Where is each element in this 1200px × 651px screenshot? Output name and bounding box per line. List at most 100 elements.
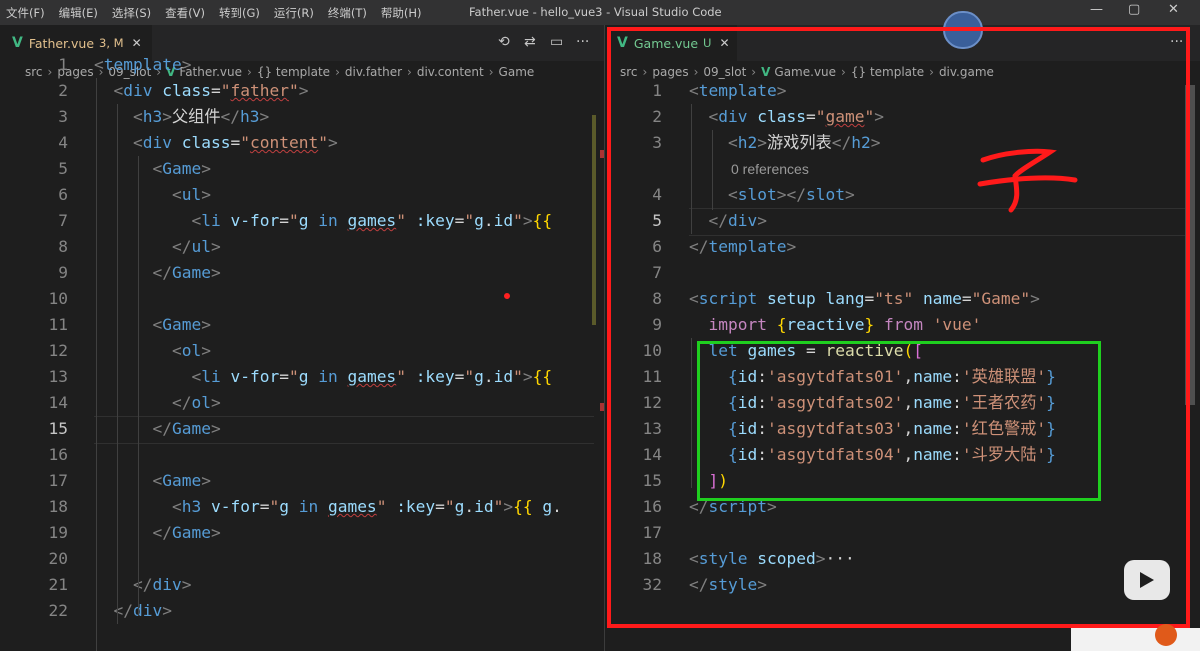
code-token: g — [454, 497, 465, 516]
code-line[interactable]: 14 </ol> — [0, 390, 604, 416]
code-text: <li v-for="g in games" :key="g.id">{{ — [94, 364, 552, 390]
code-line[interactable]: 20 — [0, 546, 604, 572]
code-token: {{ — [532, 211, 553, 230]
code-line[interactable]: 13 <li v-for="g in games" :key="g.id">{{ — [0, 364, 604, 390]
code-token: < — [171, 497, 182, 516]
minimize-icon[interactable]: — — [1090, 2, 1103, 17]
line-number: 5 — [58, 159, 68, 178]
code-token: 父组件 — [171, 107, 221, 126]
code-line[interactable]: 5 <Game> — [0, 156, 604, 182]
close-window-icon[interactable]: ✕ — [1168, 2, 1179, 17]
line-number: 9 — [58, 263, 68, 282]
timeline-icon[interactable]: ⟲ — [498, 34, 510, 50]
line-number: 4 — [58, 133, 68, 152]
code-token: </ — [152, 263, 172, 282]
code-text: <Game> — [94, 156, 210, 182]
code-line[interactable]: 11 <Game> — [0, 312, 604, 338]
code-line[interactable]: 6 <ul> — [0, 182, 604, 208]
tab-label: Father.vue — [28, 35, 95, 51]
menu-item[interactable]: 终端(T) — [328, 5, 367, 21]
code-token: :key — [415, 367, 455, 386]
code-token: > — [298, 81, 309, 100]
menu-bar: 文件(F) 编辑(E) 选择(S) 查看(V) 转到(G) 运行(R) 终端(T) 帮助(H) — [0, 5, 435, 21]
code-line[interactable]: 22 </div> — [0, 598, 604, 624]
code-token: " — [240, 133, 250, 152]
code-line[interactable]: 16 — [0, 442, 604, 468]
code-token: " — [318, 133, 328, 152]
code-token: :key — [396, 497, 436, 516]
code-token: g — [474, 367, 484, 386]
code-line[interactable]: 9 </Game> — [0, 260, 604, 286]
line-number: 13 — [48, 367, 69, 386]
code-token: li — [201, 211, 221, 230]
code-token: > — [210, 523, 221, 542]
line-number: 15 — [48, 419, 69, 438]
code-token: games — [327, 497, 377, 516]
code-token: class — [162, 81, 211, 100]
code-line[interactable]: 18 <h3 v-for="g in games" :key="g.id">{{… — [0, 494, 604, 520]
code-token: > — [327, 133, 338, 152]
code-line[interactable]: 21 </div> — [0, 572, 604, 598]
menu-item[interactable]: 运行(R) — [274, 5, 314, 21]
code-token: = — [454, 211, 465, 230]
code-token: < — [132, 107, 143, 126]
highlight-box-games-data — [697, 341, 1101, 501]
close-tab-icon[interactable]: ✕ — [132, 36, 142, 50]
code-text: </div> — [94, 572, 192, 598]
code-token: id — [493, 367, 514, 386]
code-token: < — [191, 367, 202, 386]
code-line[interactable]: 1 <template> — [0, 52, 604, 78]
line-number: 18 — [48, 497, 69, 516]
compare-icon[interactable]: ⇄ — [524, 34, 536, 50]
code-token: " — [288, 81, 299, 100]
code-token: > — [503, 497, 514, 516]
code-token: </ — [171, 237, 192, 256]
indent-guide — [138, 156, 139, 616]
code-line[interactable]: 8 </ul> — [0, 234, 604, 260]
code-token: v-for — [210, 497, 260, 516]
code-line[interactable]: 15 </Game> — [0, 416, 604, 444]
menu-item[interactable]: 编辑(E) — [59, 5, 98, 21]
code-token: > — [181, 55, 192, 74]
code-line[interactable]: 7 <li v-for="g in games" :key="g.id">{{ — [0, 208, 604, 234]
code-text: <div class="content"> — [94, 130, 338, 156]
code-text: <Game> — [94, 468, 210, 494]
code-token: id — [474, 497, 494, 516]
line-number: 3 — [58, 107, 68, 126]
indent-guide — [96, 78, 97, 651]
code-token: in — [298, 497, 319, 516]
window-title: Father.vue - hello_vue3 - Visual Studio … — [469, 5, 722, 19]
maximize-icon[interactable]: ▢ — [1128, 2, 1140, 17]
more-actions-icon[interactable]: ··· — [576, 34, 589, 50]
menu-item[interactable]: 查看(V) — [165, 5, 205, 21]
menu-item[interactable]: 文件(F) — [6, 5, 45, 21]
code-token: < — [132, 133, 143, 152]
menu-item[interactable]: 转到(G) — [219, 5, 260, 21]
code-line[interactable]: 2 <div class="father"> — [0, 78, 604, 104]
code-line[interactable]: 3 <h3>父组件</h3> — [0, 104, 604, 130]
code-token: content — [249, 133, 319, 152]
line-number: 10 — [48, 289, 69, 308]
menu-item[interactable]: 选择(S) — [112, 5, 151, 21]
tab-badge: 3, M — [99, 36, 124, 50]
code-token: < — [152, 315, 163, 334]
code-line[interactable]: 12 <ol> — [0, 338, 604, 364]
code-line[interactable]: 10 — [0, 286, 604, 312]
code-token: " — [288, 211, 299, 230]
code-token: Game — [162, 159, 202, 178]
split-editor-icon[interactable]: ▭ — [550, 34, 563, 50]
code-line[interactable]: 17 <Game> — [0, 468, 604, 494]
code-line[interactable]: 4 <div class="content"> — [0, 130, 604, 156]
code-line[interactable]: 19 </Game> — [0, 520, 604, 546]
menu-item[interactable]: 帮助(H) — [381, 5, 422, 21]
line-number: 2 — [58, 81, 68, 100]
code-token: " — [396, 367, 406, 386]
code-token: " — [288, 367, 299, 386]
code-token: > — [181, 575, 192, 594]
